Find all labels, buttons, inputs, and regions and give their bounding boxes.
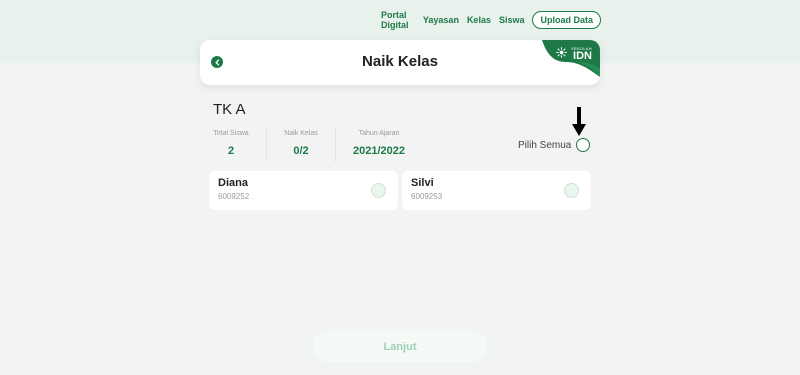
continue-button[interactable]: Lanjut xyxy=(313,331,487,362)
student-select-checkbox[interactable] xyxy=(564,183,579,198)
stat-label: Tahun Ajaran xyxy=(358,130,400,137)
student-name: Silvi xyxy=(411,177,434,189)
nav-link-siswa[interactable]: Siswa xyxy=(499,15,525,25)
student-id: 6009252 xyxy=(218,192,250,201)
stat-divider xyxy=(335,128,336,162)
page-title: Naik Kelas xyxy=(362,53,438,70)
student-name: Diana xyxy=(218,177,248,189)
stat-naik-kelas: Naik Kelas 0/2 xyxy=(280,130,322,157)
student-id: 6009253 xyxy=(411,192,443,201)
stat-value: 0/2 xyxy=(293,145,309,157)
logo-big-text: IDN xyxy=(573,50,592,62)
top-nav: Portal Digital Yayasan Kelas Siswa Uploa… xyxy=(381,10,601,30)
class-name: TK A xyxy=(213,101,246,118)
stat-label: Naik Kelas xyxy=(284,130,318,137)
header-card: Naik Kelas SEKOLAH IDN xyxy=(200,40,600,85)
select-all-checkbox[interactable] xyxy=(576,138,591,152)
stat-label: Total Siswa xyxy=(213,130,249,137)
student-card[interactable]: Silvi 6009253 xyxy=(402,171,591,210)
stat-tahun-ajaran: Tahun Ajaran 2021/2022 xyxy=(346,130,412,157)
arrow-down-icon xyxy=(572,107,586,136)
nav-link-portal-digital[interactable]: Portal Digital xyxy=(381,10,415,30)
student-select-checkbox[interactable] xyxy=(371,183,386,198)
logo: SEKOLAH IDN xyxy=(571,46,592,62)
stat-divider xyxy=(266,128,267,162)
stat-value: 2 xyxy=(227,145,235,157)
select-all[interactable]: Pilih Semua xyxy=(518,137,591,153)
nav-link-kelas[interactable]: Kelas xyxy=(467,15,491,25)
logo-sun-icon xyxy=(556,47,567,58)
select-all-label: Pilih Semua xyxy=(518,139,572,151)
stat-total-siswa: Total Siswa 2 xyxy=(211,130,251,157)
nav-link-yayasan[interactable]: Yayasan xyxy=(423,15,459,25)
stat-value: 2021/2022 xyxy=(353,145,405,157)
student-card[interactable]: Diana 6009252 xyxy=(209,171,398,210)
upload-data-button[interactable]: Upload Data xyxy=(532,11,601,29)
